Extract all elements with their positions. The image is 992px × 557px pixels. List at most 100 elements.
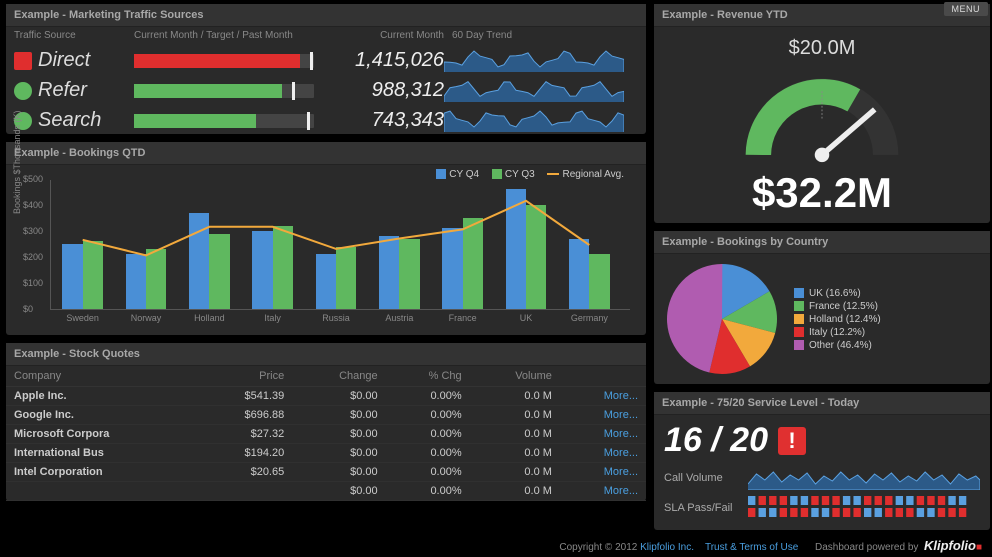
service-label: Call Volume <box>664 472 738 484</box>
traffic-label: Search <box>14 109 134 132</box>
more-link[interactable]: More... <box>604 390 638 402</box>
legend-row: UK (16.6%) <box>794 288 881 299</box>
legend-swatch-icon <box>492 169 502 179</box>
cell-volume: 0.0 M <box>470 444 560 463</box>
traffic-headers: Traffic Source Current Month / Target / … <box>6 27 646 44</box>
traffic-label: Direct <box>14 49 134 72</box>
cell-volume: 0.0 M <box>470 463 560 482</box>
y-tick: $300 <box>23 226 43 236</box>
cell-pct: 0.00% <box>386 425 470 444</box>
cell-price <box>197 482 293 501</box>
col-header: Change <box>292 366 385 387</box>
table-row: Google Inc.$696.88$0.000.00%0.0 MMore... <box>6 406 646 425</box>
panel-bookings: Example - Bookings QTD CY Q4 CY Q3 Regio… <box>6 142 646 335</box>
trend-sparkline <box>444 106 624 132</box>
cell-company: Google Inc. <box>6 406 197 425</box>
traffic-row: Direct 1,415,026 <box>6 44 646 74</box>
legend-row: France (12.5%) <box>794 301 881 312</box>
panel-revenue: Example - Revenue YTD $20.0M $32.2M <box>654 4 990 223</box>
footer-company-link[interactable]: Klipfolio Inc. <box>640 542 694 553</box>
cell-price: $541.39 <box>197 387 293 406</box>
table-row: Microsoft Corpora$27.32$0.000.00%0.0 MMo… <box>6 425 646 444</box>
y-tick: $500 <box>23 174 43 184</box>
y-axis-label: Bookings $Thousands (K) <box>12 110 22 214</box>
legend-swatch-icon <box>794 327 804 337</box>
cell-company: Apple Inc. <box>6 387 197 406</box>
chart-legend: CY Q4 CY Q3 Regional Avg. <box>12 169 640 180</box>
footer-terms-link[interactable]: Trust & Terms of Use <box>705 542 798 553</box>
legend-swatch-icon <box>794 288 804 298</box>
cell-volume: 0.0 M <box>470 387 560 406</box>
x-tick: France <box>449 313 477 323</box>
y-tick: $0 <box>23 304 33 314</box>
gauge-target: $20.0M <box>654 37 990 60</box>
cell-pct: 0.00% <box>386 463 470 482</box>
more-link[interactable]: More... <box>604 409 638 421</box>
more-link[interactable]: More... <box>604 466 638 478</box>
legend-swatch-icon <box>794 340 804 350</box>
bookings-chart[interactable]: $0$100$200$300$400$500SwedenNorwayHollan… <box>50 180 630 310</box>
traffic-row: Refer988,312 <box>6 74 646 104</box>
legend-swatch-icon <box>436 169 446 179</box>
sla-strip <box>748 496 980 520</box>
cell-volume: 0.0 M <box>470 482 560 501</box>
cell-change: $0.00 <box>292 387 385 406</box>
x-tick: Italy <box>264 313 281 323</box>
col-header: 60 Day Trend <box>444 30 634 41</box>
col-header: % Chg <box>386 366 470 387</box>
trend-sparkline <box>444 76 624 102</box>
regional-line <box>51 180 621 310</box>
cell-volume: 0.0 M <box>470 406 560 425</box>
pie-legend: UK (16.6%) France (12.5%) Holland (12.4%) I… <box>794 286 881 353</box>
traffic-value: 1,415,026 <box>324 49 444 72</box>
panel-title: Example - Marketing Traffic Sources <box>6 4 646 27</box>
footer-powered: Dashboard powered by <box>815 542 918 553</box>
cell-change: $0.00 <box>292 463 385 482</box>
cell-company: International Bus <box>6 444 197 463</box>
cell-price: $696.88 <box>197 406 293 425</box>
pie-chart[interactable] <box>662 259 782 379</box>
legend-label: France (12.5%) <box>809 301 878 312</box>
bullet-bar <box>134 54 314 68</box>
more-link[interactable]: More... <box>604 428 638 440</box>
menu-button[interactable]: MENU <box>944 2 989 16</box>
service-label: SLA Pass/Fail <box>664 502 738 514</box>
cell-pct: 0.00% <box>386 406 470 425</box>
col-header: Current Month <box>324 30 444 41</box>
legend-label: Other (46.4%) <box>809 340 872 351</box>
legend-row: Other (46.4%) <box>794 340 881 351</box>
more-link[interactable]: More... <box>604 447 638 459</box>
cell-change: $0.00 <box>292 482 385 501</box>
x-tick: Austria <box>385 313 413 323</box>
cell-price: $194.20 <box>197 444 293 463</box>
legend-row: Holland (12.4%) <box>794 314 881 325</box>
panel-title: Example - Bookings QTD <box>6 142 646 165</box>
table-row: $0.000.00%0.0 MMore... <box>6 482 646 501</box>
table-row: Apple Inc.$541.39$0.000.00%0.0 M More... <box>6 387 646 406</box>
legend-swatch-icon <box>547 173 559 175</box>
trend-sparkline <box>444 46 624 72</box>
x-tick: Sweden <box>66 313 99 323</box>
panel-pie: Example - Bookings by Country UK (16.6%)… <box>654 231 990 384</box>
more-link[interactable]: More... <box>604 485 638 497</box>
bullet-bar <box>134 114 314 128</box>
x-tick: Holland <box>194 313 225 323</box>
x-tick: Norway <box>131 313 162 323</box>
cell-company: Microsoft Corpora <box>6 425 197 444</box>
cell-pct: 0.00% <box>386 387 470 406</box>
cell-change: $0.00 <box>292 425 385 444</box>
legend-swatch-icon <box>794 301 804 311</box>
col-header: Traffic Source <box>14 30 134 41</box>
legend-label: Italy (12.2%) <box>809 327 865 338</box>
y-tick: $100 <box>23 278 43 288</box>
traffic-value: 743,343 <box>324 109 444 132</box>
col-header: Volume <box>470 366 560 387</box>
panel-stocks: Example - Stock Quotes CompanyPriceChang… <box>6 343 646 501</box>
legend-label: Holland (12.4%) <box>809 314 881 325</box>
cell-volume: 0.0 M <box>470 425 560 444</box>
alert-icon: ! <box>778 427 806 455</box>
y-tick: $200 <box>23 252 43 262</box>
cell-pct: 0.00% <box>386 444 470 463</box>
call-volume-sparkline <box>748 466 980 490</box>
service-count: 16 / 20 <box>664 421 768 460</box>
